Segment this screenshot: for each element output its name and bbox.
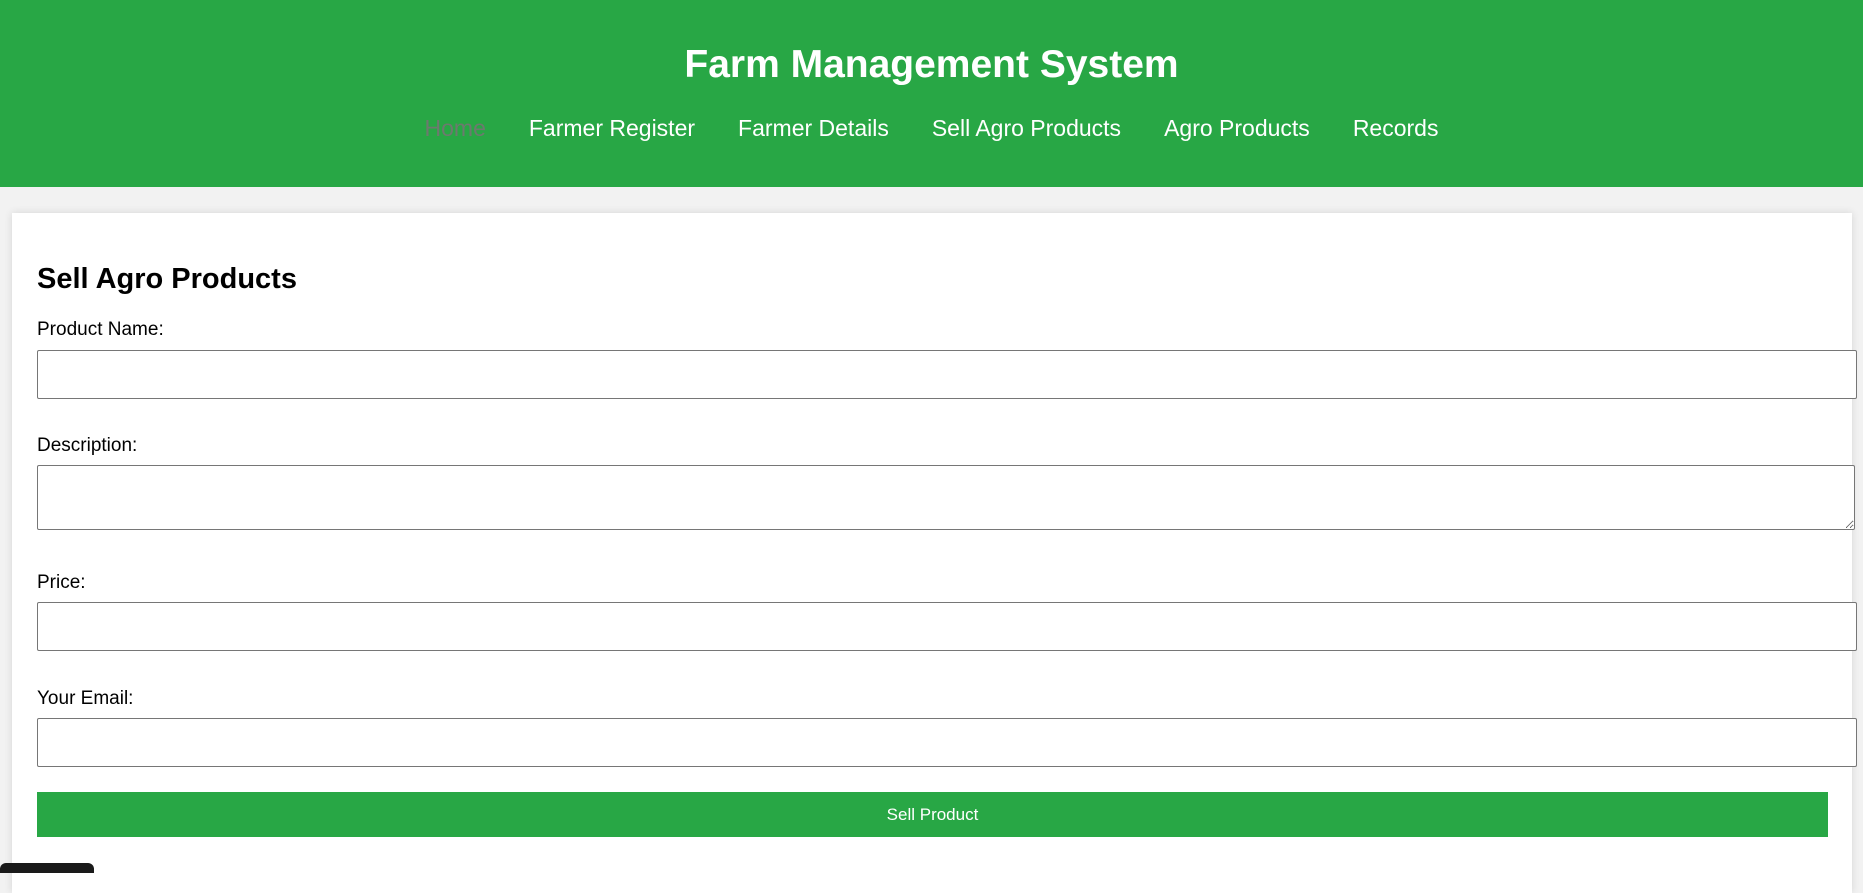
product-name-input[interactable]: [37, 350, 1857, 399]
corner-overlay-tab: [0, 863, 94, 873]
product-name-label: Product Name:: [37, 319, 164, 340]
form-title: Sell Agro Products: [37, 263, 297, 295]
nav-link-farmer-details[interactable]: Farmer Details: [738, 112, 889, 144]
nav-link-records[interactable]: Records: [1353, 112, 1439, 144]
nav-link-agro-products[interactable]: Agro Products: [1164, 112, 1310, 144]
price-label: Price:: [37, 572, 86, 593]
site-title: Farm Management System: [684, 43, 1179, 86]
description-textarea[interactable]: [37, 465, 1855, 530]
nav-link-farmer-register[interactable]: Farmer Register: [529, 112, 695, 144]
description-label: Description:: [37, 435, 138, 456]
nav-link-home[interactable]: Home: [425, 112, 486, 144]
email-label: Your Email:: [37, 688, 134, 709]
site-header: Farm Management System Home Farmer Regis…: [0, 0, 1863, 187]
sell-product-button[interactable]: Sell Product: [37, 792, 1828, 837]
nav-link-sell-agro-products[interactable]: Sell Agro Products: [932, 112, 1121, 144]
price-input[interactable]: [37, 602, 1857, 651]
main-nav: Home Farmer Register Farmer Details Sell…: [0, 112, 1863, 144]
email-input[interactable]: [37, 718, 1857, 767]
sell-product-form-card: Sell Agro Products Product Name: Descrip…: [12, 213, 1857, 893]
